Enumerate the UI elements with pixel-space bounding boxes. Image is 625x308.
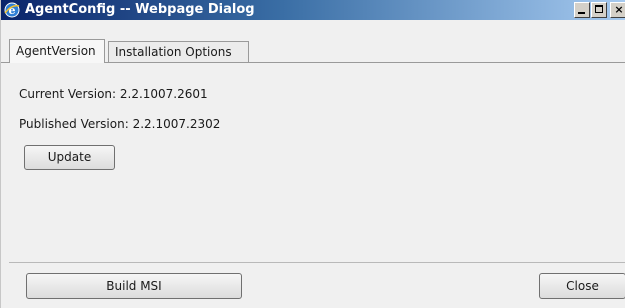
close-window-button[interactable]: × (610, 2, 625, 18)
close-button[interactable]: Close (539, 273, 625, 299)
published-version-text: Published Version: 2.2.1007.2302 (19, 117, 221, 131)
ie-icon: e (4, 2, 20, 18)
agent-version-panel: Current Version: 2.2.1007.2601 Published… (9, 63, 625, 263)
maximize-icon (595, 5, 603, 13)
close-icon: × (614, 3, 624, 16)
minimize-icon (578, 12, 585, 14)
update-button[interactable]: Update (24, 145, 115, 170)
maximize-button[interactable] (591, 2, 607, 18)
minimize-button[interactable] (574, 2, 590, 18)
title-bar[interactable]: e AgentConfig -- Webpage Dialog × (1, 0, 625, 20)
current-version-text: Current Version: 2.2.1007.2601 (19, 87, 208, 101)
window-title: AgentConfig -- Webpage Dialog (25, 2, 255, 17)
footer-divider (9, 262, 625, 263)
tab-installation-options[interactable]: Installation Options (108, 41, 249, 62)
tab-agent-version[interactable]: AgentVersion (9, 39, 105, 63)
build-msi-button[interactable]: Build MSI (26, 273, 242, 299)
dialog-window: e AgentConfig -- Webpage Dialog × AgentV… (0, 0, 625, 308)
